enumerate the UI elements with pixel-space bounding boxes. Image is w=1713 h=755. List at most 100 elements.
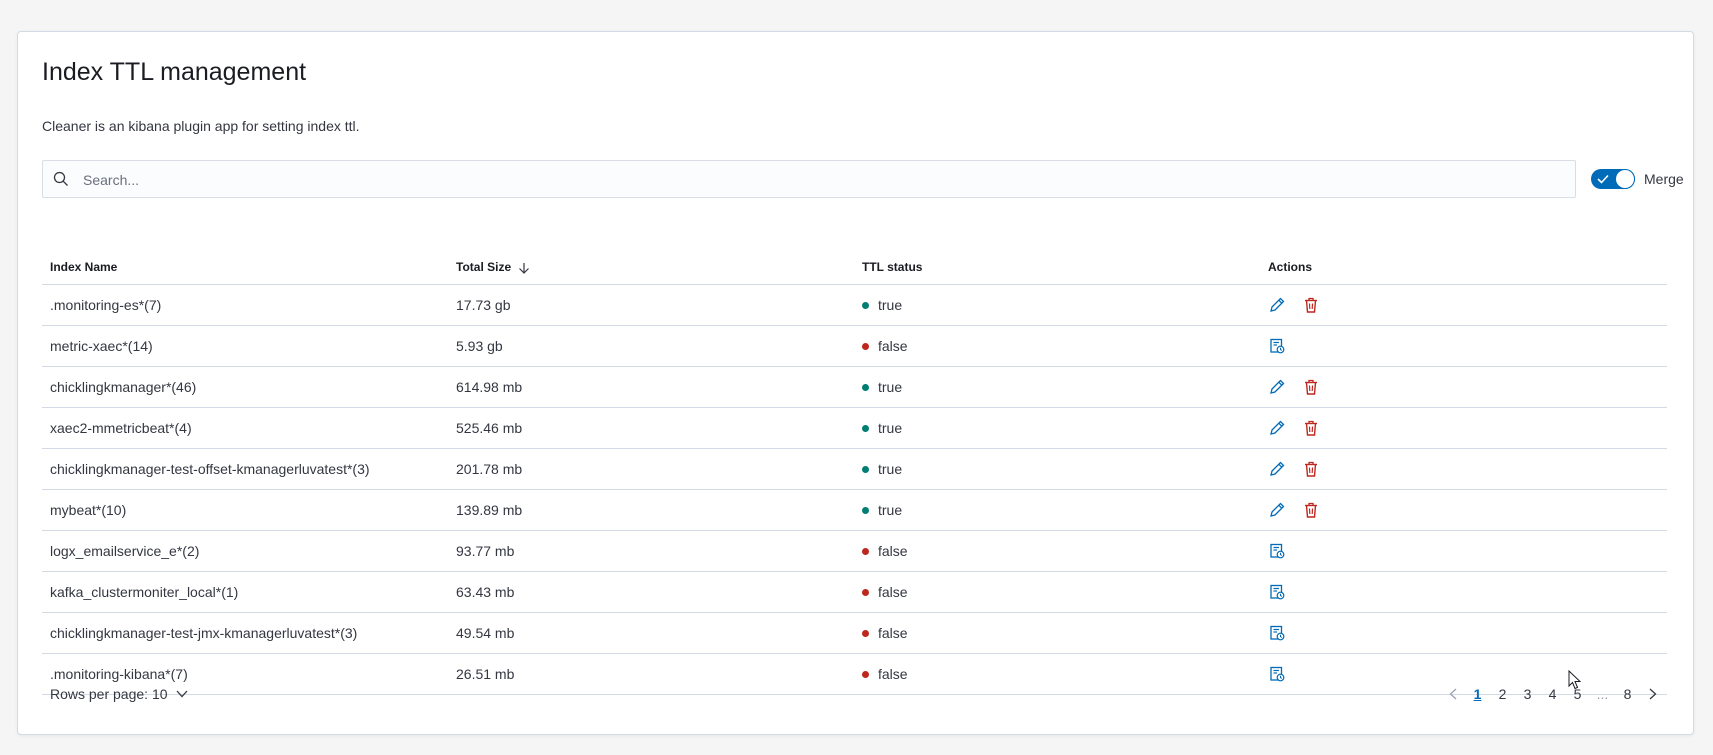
ttl-status-text: false [878, 584, 908, 600]
page-8-button[interactable]: 8 [1615, 686, 1640, 702]
delete-ttl-button[interactable] [1302, 460, 1320, 478]
index-name-text: chicklingkmanager-test-offset-kmanagerlu… [50, 461, 370, 477]
add-ttl-icon [1268, 338, 1286, 358]
search-box[interactable] [42, 160, 1576, 199]
edit-ttl-button[interactable] [1268, 501, 1286, 519]
table-row: xaec2-mmetricbeat*(4) 525.46 mb true [42, 407, 1667, 449]
merge-switch[interactable] [1591, 169, 1635, 189]
sort-descending-icon [519, 262, 530, 274]
page-description: Cleaner is an kibana plugin app for sett… [42, 118, 360, 134]
status-dot-icon [862, 301, 869, 309]
header-total-size-label: Total Size [456, 260, 512, 274]
cell-ttl-status: false [854, 653, 1260, 695]
add-ttl-icon [1268, 666, 1286, 686]
cell-ttl-status: true [854, 448, 1260, 490]
chevron-right-icon [1649, 688, 1656, 700]
cell-actions [1260, 489, 1667, 531]
add-ttl-button[interactable] [1268, 337, 1286, 355]
total-size-text: 614.98 mb [456, 379, 523, 395]
delete-ttl-button[interactable] [1302, 378, 1320, 396]
total-size-text: 201.78 mb [456, 461, 523, 477]
index-name-text: kafka_clustermoniter_local*(1) [50, 584, 239, 600]
index-ttl-panel: Index TTL management Cleaner is an kiban… [17, 31, 1694, 735]
cell-total-size: 5.93 gb [448, 325, 854, 367]
add-ttl-button[interactable] [1268, 624, 1286, 642]
cell-ttl-status: false [854, 325, 1260, 367]
cell-actions [1260, 530, 1667, 572]
delete-ttl-button[interactable] [1302, 419, 1320, 437]
cell-total-size: 201.78 mb [448, 448, 854, 490]
edit-icon [1268, 379, 1286, 399]
cell-index-name: chicklingkmanager-test-jmx-kmanagerluvat… [42, 612, 448, 654]
cell-index-name: chicklingkmanager-test-offset-kmanagerlu… [42, 448, 448, 490]
total-size-text: 525.46 mb [456, 420, 523, 436]
ttl-status-text: true [878, 297, 903, 313]
cell-actions [1260, 571, 1667, 613]
edit-icon [1268, 502, 1286, 522]
merge-toggle[interactable]: Merge [1591, 168, 1684, 190]
table-row: logx_emailservice_e*(2) 93.77 mb false [42, 530, 1667, 572]
ttl-status-text: false [878, 543, 908, 559]
cell-ttl-status: true [854, 407, 1260, 449]
delete-ttl-button[interactable] [1302, 501, 1320, 519]
cell-actions [1260, 448, 1667, 490]
total-size-text: 93.77 mb [456, 543, 515, 559]
status-dot-icon [862, 588, 869, 596]
header-index-name[interactable]: Index Name [42, 250, 448, 285]
add-ttl-icon [1268, 543, 1286, 563]
rows-per-page-button[interactable]: Rows per page: 10 [50, 686, 188, 702]
cell-ttl-status: true [854, 489, 1260, 531]
cell-actions [1260, 612, 1667, 654]
page-3-button[interactable]: 3 [1515, 686, 1540, 702]
delete-icon [1302, 379, 1320, 399]
table-row: kafka_clustermoniter_local*(1) 63.43 mb fa… [42, 571, 1667, 613]
total-size-text: 26.51 mb [456, 666, 515, 682]
cell-ttl-status: true [854, 284, 1260, 326]
table-row: chicklingkmanager*(46) 614.98 mb true [42, 366, 1667, 408]
delete-ttl-button[interactable] [1302, 296, 1320, 314]
cell-total-size: 17.73 gb [448, 284, 854, 326]
previous-page-button[interactable] [1440, 688, 1465, 700]
page-2-button[interactable]: 2 [1490, 686, 1515, 702]
status-dot-icon [862, 424, 869, 432]
add-ttl-button[interactable] [1268, 542, 1286, 560]
status-dot-icon [862, 506, 869, 514]
edit-ttl-button[interactable] [1268, 419, 1286, 437]
index-name-text: mybeat*(10) [50, 502, 127, 518]
page-4-button[interactable]: 4 [1540, 686, 1565, 702]
cell-total-size: 26.51 mb [448, 653, 854, 695]
page-1-button[interactable]: 1 [1465, 686, 1490, 702]
cell-total-size: 614.98 mb [448, 366, 854, 408]
header-ttl-status[interactable]: TTL status [854, 250, 1260, 285]
index-name-text: logx_emailservice_e*(2) [50, 543, 200, 559]
table-row: .monitoring-es*(7) 17.73 gb true [42, 284, 1667, 326]
total-size-text: 49.54 mb [456, 625, 515, 641]
status-dot-icon [862, 342, 869, 350]
merge-label: Merge [1644, 171, 1684, 187]
status-dot-icon [862, 629, 869, 637]
cell-actions [1260, 325, 1667, 367]
table-row: chicklingkmanager-test-jmx-kmanagerluvat… [42, 612, 1667, 654]
edit-icon [1268, 461, 1286, 481]
cell-total-size: 93.77 mb [448, 530, 854, 572]
cell-index-name: .monitoring-es*(7) [42, 284, 448, 326]
cell-index-name: logx_emailservice_e*(2) [42, 530, 448, 572]
index-name-text: .monitoring-es*(7) [50, 297, 162, 313]
cell-total-size: 63.43 mb [448, 571, 854, 613]
edit-ttl-button[interactable] [1268, 460, 1286, 478]
total-size-text: 5.93 gb [456, 338, 503, 354]
edit-ttl-button[interactable] [1268, 378, 1286, 396]
index-name-text: xaec2-mmetricbeat*(4) [50, 420, 192, 436]
status-dot-icon [862, 547, 869, 555]
ttl-status-text: true [878, 420, 903, 436]
add-ttl-button[interactable] [1268, 583, 1286, 601]
add-ttl-button[interactable] [1268, 665, 1286, 683]
search-input[interactable] [81, 161, 1565, 199]
cell-total-size: 525.46 mb [448, 407, 854, 449]
next-page-button[interactable] [1640, 688, 1665, 700]
edit-ttl-button[interactable] [1268, 296, 1286, 314]
delete-icon [1302, 297, 1320, 317]
cell-index-name: xaec2-mmetricbeat*(4) [42, 407, 448, 449]
cell-total-size: 49.54 mb [448, 612, 854, 654]
header-total-size[interactable]: Total Size [448, 250, 854, 285]
